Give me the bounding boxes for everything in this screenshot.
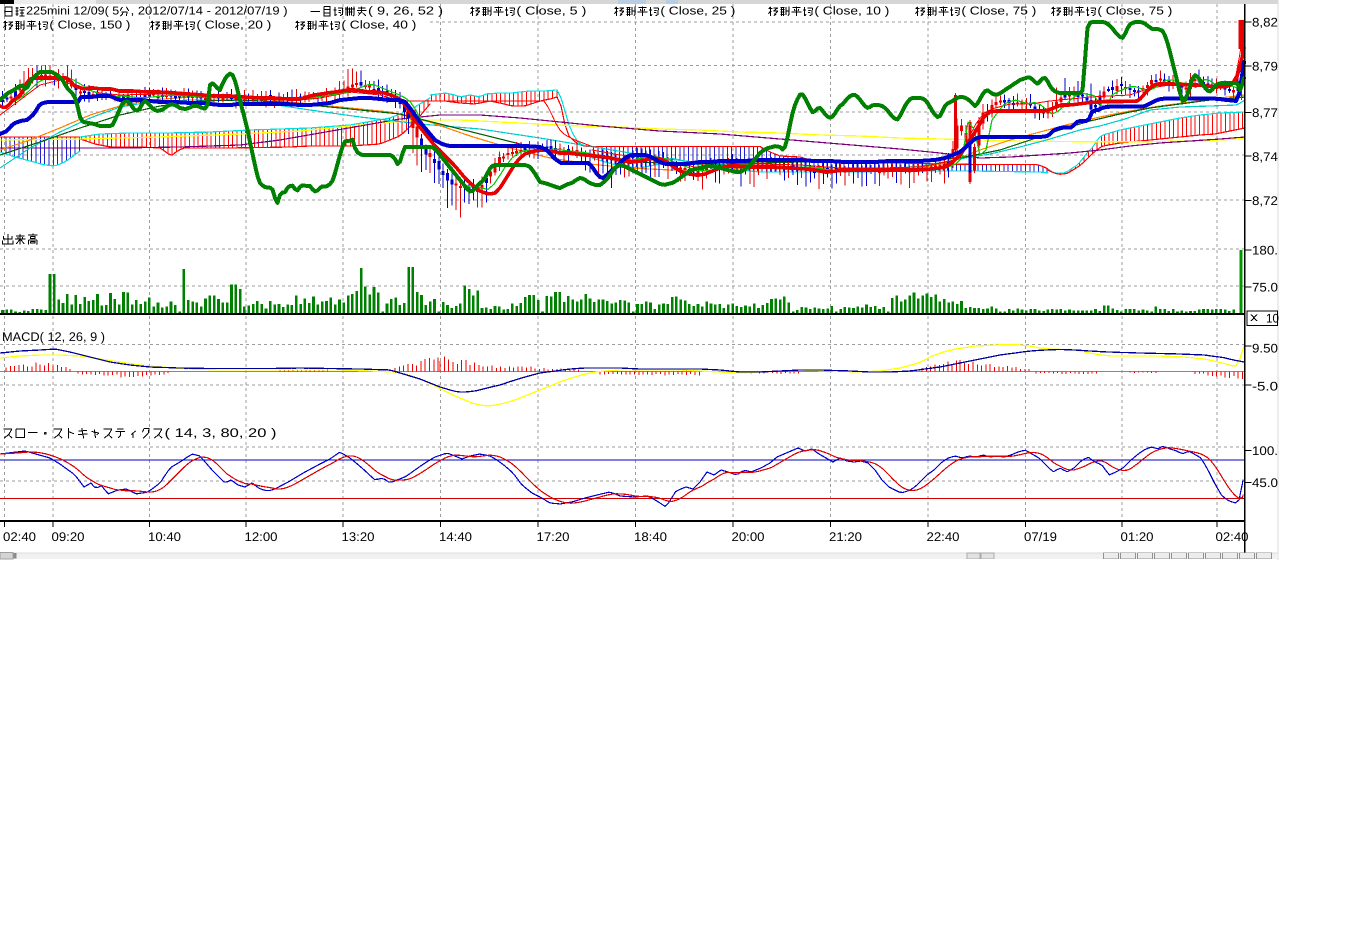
svg-text:07/19: 07/19 xyxy=(1024,530,1057,544)
svg-text:( Close, 150 ): ( Close, 150 ) xyxy=(49,20,130,32)
svg-text:45.0: 45.0 xyxy=(1252,476,1278,490)
svg-text:100.: 100. xyxy=(1252,444,1278,458)
svg-text:8,79: 8,79 xyxy=(1252,60,1278,74)
svg-text:MACD( 12, 26, 9 ): MACD( 12, 26, 9 ) xyxy=(2,330,105,344)
svg-text:75.0: 75.0 xyxy=(1252,281,1278,295)
svg-text:14:40: 14:40 xyxy=(439,530,472,544)
svg-text:01:20: 01:20 xyxy=(1121,530,1154,544)
svg-text:02:40: 02:40 xyxy=(1216,530,1249,544)
svg-text:( Close, 20 ): ( Close, 20 ) xyxy=(196,20,271,32)
svg-text:22:40: 22:40 xyxy=(927,530,960,544)
svg-text:( Close, 75 ): ( Close, 75 ) xyxy=(1097,6,1172,18)
svg-text:( Close, 40 ): ( Close, 40 ) xyxy=(341,20,416,32)
svg-text:8,72: 8,72 xyxy=(1252,194,1278,208)
svg-text:18:40: 18:40 xyxy=(634,530,667,544)
svg-text:8,82: 8,82 xyxy=(1252,16,1278,30)
svg-text:20:00: 20:00 xyxy=(732,530,765,544)
svg-text:02:40: 02:40 xyxy=(3,530,36,544)
svg-text:( Close, 25 ): ( Close, 25 ) xyxy=(660,6,735,18)
svg-text:9.50: 9.50 xyxy=(1252,342,1278,356)
svg-text:( 9, 26, 52 ): ( 9, 26, 52 ) xyxy=(368,6,443,18)
svg-text:8,74: 8,74 xyxy=(1252,150,1278,164)
svg-text:225mini 12/09( 5: 225mini 12/09( 5 xyxy=(26,6,119,18)
svg-text:09:20: 09:20 xyxy=(52,530,85,544)
svg-text:( Close, 75 ): ( Close, 75 ) xyxy=(961,6,1036,18)
svg-text:12:00: 12:00 xyxy=(245,530,278,544)
svg-text:180.: 180. xyxy=(1252,244,1278,258)
svg-text:17:20: 17:20 xyxy=(537,530,570,544)
svg-text:8,77: 8,77 xyxy=(1252,106,1278,120)
svg-text:( 14, 3, 80, 20 ): ( 14, 3, 80, 20 ) xyxy=(165,426,277,440)
svg-text:-5.0: -5.0 xyxy=(1252,380,1278,394)
svg-text:, 2012/07/14 - 2012/07/19 ): , 2012/07/14 - 2012/07/19 ) xyxy=(131,6,288,18)
svg-text:10: 10 xyxy=(1266,312,1279,326)
svg-text:( Close, 5 ): ( Close, 5 ) xyxy=(516,6,586,18)
svg-text:21:20: 21:20 xyxy=(829,530,862,544)
svg-text:( Close, 10 ): ( Close, 10 ) xyxy=(814,6,889,18)
svg-text:13:20: 13:20 xyxy=(342,530,375,544)
svg-text:10:40: 10:40 xyxy=(148,530,181,544)
